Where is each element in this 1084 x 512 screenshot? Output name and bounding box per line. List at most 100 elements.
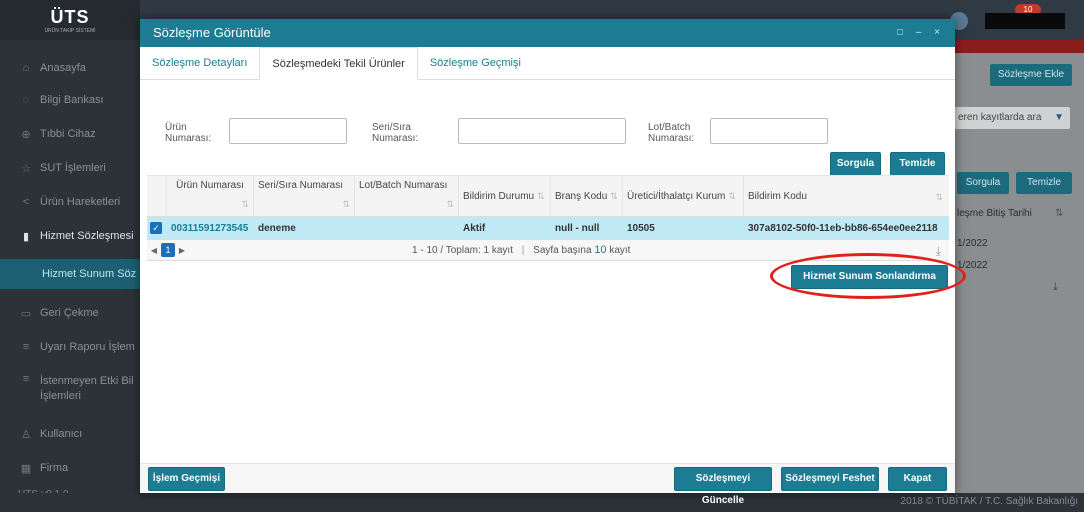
page-number[interactable]: 1 <box>161 243 175 257</box>
add-contract-button[interactable]: Sözleşme Ekle <box>990 64 1072 86</box>
product-number-input[interactable] <box>229 118 347 144</box>
sidebar-item-label: Anasayfa <box>40 62 86 74</box>
cell-product-number[interactable]: 00311591273545 <box>167 223 254 234</box>
close-button[interactable]: Kapat <box>888 467 947 491</box>
share-icon: < <box>22 196 30 208</box>
sidebar-item-label: İstenmeyen Etki Bil İşlemleri <box>40 375 134 402</box>
app-logo: ÜTS ÜRÜN TAKİP SİSTEMİ <box>0 0 140 40</box>
per-page-select[interactable]: 10 <box>594 244 606 256</box>
tab-contract-history[interactable]: Sözleşme Geçmişi <box>418 47 533 79</box>
sidebar-item-label: Hizmet Sunum Söz <box>42 268 137 280</box>
sidebar-item-bilgi-bankasi[interactable]: ◌ Bilgi Bankası <box>0 90 140 110</box>
column-header-label: Seri/Sıra Numarası <box>258 180 344 191</box>
sidebar-item-kullanici[interactable]: ♙ Kullanıcı <box>0 424 140 444</box>
sidebar-item-anasayfa[interactable]: ⌂ Anasayfa <box>0 58 140 78</box>
highlight-ring-annotation <box>770 253 966 299</box>
bulb-icon: ◌ <box>22 94 30 106</box>
cell-serial-number: deneme <box>258 222 296 234</box>
unique-products-grid: Ürün Numarası ⇅ Seri/Sıra Numarası ⇅ Lot/B… <box>147 175 949 261</box>
background-clear-button[interactable]: Temizle <box>1016 172 1072 194</box>
sidebar-item-label: Tıbbi Cihaz <box>40 128 96 140</box>
pager-separator: | <box>521 245 525 256</box>
update-contract-button[interactable]: Sözleşmeyi Güncelle <box>674 467 772 506</box>
sort-icon[interactable]: ⇅ <box>446 199 454 210</box>
background-search-input[interactable]: eren kayıtlarda ara ▼ <box>950 107 1070 129</box>
column-header-manufacturer[interactable]: Üretici/İthalatçı Kurum ⇅ <box>623 176 744 216</box>
background-col-end-date: leşme Bitiş Tarihi <box>957 208 1032 219</box>
pager-range: 1 - 10 / Toplam: 1 kayıt <box>412 245 513 256</box>
column-header-label: Lot/Batch Numarası <box>359 180 448 191</box>
column-header-label: Branş Kodu <box>555 190 608 202</box>
sidebar-item-sut-islemleri[interactable]: ☆ SUT İşlemleri <box>0 158 140 178</box>
sidebar-item-hizmet-sozlesmesi[interactable]: ▮ Hizmet Sözleşmesi <box>0 226 140 246</box>
cell-notification-code: 307a8102-50f0-11eb-bb86-654ee0ee2118 <box>748 222 938 234</box>
window-controls-icon[interactable]: □ – × <box>897 19 945 47</box>
modal-header: Sözleşme Görüntüle □ – × <box>140 19 955 47</box>
prev-page-icon[interactable]: ◀ <box>147 246 161 255</box>
column-header-lot-batch[interactable]: Lot/Batch Numarası ⇅ <box>355 176 459 216</box>
background-row-date: 1/2022 <box>957 238 988 249</box>
sidebar-item-uyari-raporu[interactable]: ≡ Uyarı Raporu İşlem <box>0 337 140 357</box>
sidebar-item-label: Hizmet Sözleşmesi <box>40 230 134 242</box>
column-header-label: Bildirim Durumu <box>463 190 535 202</box>
footer-copyright: 2018 © TÜBİTAK / T.C. Sağlık Bakanlığı <box>900 496 1078 507</box>
background-query-button[interactable]: Sorgula <box>957 172 1009 194</box>
sort-icon[interactable]: ⇅ <box>241 199 249 210</box>
sidebar-item-istenmeyen-etki[interactable]: ≡ İstenmeyen Etki Bil İşlemleri <box>0 372 140 406</box>
clear-button[interactable]: Temizle <box>890 152 945 176</box>
app-sidebar: ÜTS ÜRÜN TAKİP SİSTEMİ ⌂ Anasayfa ◌ Bilg… <box>0 0 140 512</box>
header-accent-bar <box>950 40 1084 53</box>
sidebar-item-geri-cekme[interactable]: ▭ Geri Çekme <box>0 303 140 323</box>
row-checkbox[interactable]: ✓ <box>150 222 162 234</box>
user-icon: ♙ <box>21 428 31 441</box>
sidebar-item-label: Geri Çekme <box>40 307 99 319</box>
filter-icon: ▼ <box>1054 112 1064 123</box>
terminate-contract-button[interactable]: Sözleşmeyi Feshet <box>781 467 879 491</box>
sidebar-item-label: Firma <box>40 462 69 474</box>
user-name-redacted[interactable] <box>985 13 1065 29</box>
sidebar-item-label: Uyarı Raporu İşlem <box>40 341 135 353</box>
pager-info: 1 - 10 / Toplam: 1 kayıt | Sayfa başına … <box>412 244 630 256</box>
sort-icon: ⇅ <box>1055 208 1064 219</box>
column-header-product-number[interactable]: Ürün Numarası ⇅ <box>167 176 254 216</box>
sidebar-item-tibbi-cihaz[interactable]: ⊕ Tıbbi Cihaz <box>0 124 140 144</box>
modal-tabs: Sözleşme Detayları Sözleşmedeki Tekil Ür… <box>140 47 955 80</box>
column-header-notification-code[interactable]: Bildirim Kodu ⇅ <box>744 176 949 216</box>
file-icon: ▮ <box>22 230 30 243</box>
app-logo-text: ÜTS <box>50 6 90 27</box>
modal-title: Sözleşme Görüntüle <box>153 25 271 40</box>
sidebar-item-firma[interactable]: ▦ Firma <box>0 458 140 478</box>
sort-icon[interactable]: ⇅ <box>610 191 618 202</box>
history-button[interactable]: İşlem Geçmişi <box>148 467 225 491</box>
sidebar-item-urun-hareketleri[interactable]: < Ürün Hareketleri <box>0 192 140 212</box>
building-icon: ▦ <box>20 462 32 475</box>
sort-icon[interactable]: ⇅ <box>342 199 350 210</box>
sidebar-item-label: SUT İşlemleri <box>40 162 106 174</box>
sidebar-item-label: Ürün Hareketleri <box>40 196 121 208</box>
app-logo-subtitle: ÜRÜN TAKİP SİSTEMİ <box>44 27 96 34</box>
sidebar-item-label: Bilgi Bankası <box>40 94 104 106</box>
sort-icon[interactable]: ⇅ <box>935 192 943 210</box>
sort-icon[interactable]: ⇅ <box>728 191 736 202</box>
lot-batch-input[interactable] <box>710 118 828 144</box>
plus-circle-icon: ⊕ <box>21 128 31 141</box>
table-row[interactable]: ✓ 00311591273545 deneme Aktif null - nul… <box>147 217 949 239</box>
column-header-label: Ürün Numarası <box>176 180 244 191</box>
query-button[interactable]: Sorgula <box>830 152 881 176</box>
column-header-serial-number[interactable]: Seri/Sıra Numarası ⇅ <box>254 176 355 216</box>
row-checkbox-cell: ✓ <box>147 222 167 234</box>
column-header-branch-code[interactable]: Branş Kodu ⇅ <box>551 176 623 216</box>
tab-unique-products[interactable]: Sözleşmedeki Tekil Ürünler <box>259 47 418 80</box>
sidebar-item-hizmet-sunum[interactable]: Hizmet Sunum Söz <box>0 259 140 289</box>
tab-contract-details[interactable]: Sözleşme Detayları <box>140 47 259 79</box>
select-all-column <box>147 176 167 216</box>
modal-footer: İşlem Geçmişi Sözleşmeyi Güncelle Sözleş… <box>140 463 955 506</box>
sort-icon[interactable]: ⇅ <box>537 191 545 202</box>
column-header-label: Üretici/İthalatçı Kurum <box>627 190 726 202</box>
column-header-notification-status[interactable]: Bildirim Durumu ⇅ <box>459 176 551 216</box>
download-icon[interactable]: ⤓ <box>1053 281 1058 294</box>
next-page-icon[interactable]: ▶ <box>175 246 189 255</box>
serial-number-label: Seri/Sıra Numarası: <box>372 122 419 144</box>
download-icon[interactable]: ⤓ <box>936 244 941 259</box>
serial-number-input[interactable] <box>458 118 626 144</box>
